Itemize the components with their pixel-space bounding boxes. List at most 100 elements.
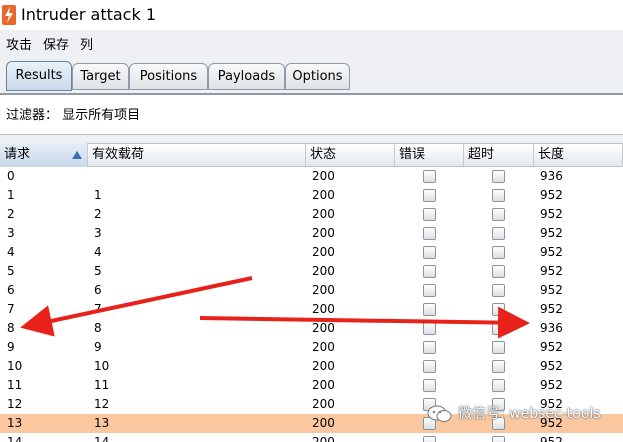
menu-bar (0, 30, 623, 60)
cell-request: 2 (7, 207, 15, 221)
cell-status: 200 (312, 188, 335, 202)
cell-payload: 3 (94, 226, 102, 240)
cell-payload: 7 (94, 302, 102, 316)
cell-payload: 14 (94, 435, 110, 442)
error-checkbox (423, 360, 436, 373)
cell-payload: 4 (94, 245, 102, 259)
title-bar: Intruder attack 1 (0, 0, 623, 30)
menu-save[interactable]: 保存 (43, 38, 69, 54)
results-table-body: 0 200 936 1 1 200 952 2 2 200 952 3 3 200 952 4 4 200 952 5… (0, 167, 623, 442)
table-row[interactable]: 0 200 936 (0, 167, 623, 186)
cell-length: 952 (540, 378, 563, 392)
cell-request: 0 (7, 169, 15, 183)
table-row[interactable]: 14 14 200 952 (0, 433, 623, 442)
cell-length: 936 (540, 169, 563, 183)
cell-payload: 1 (94, 188, 102, 202)
table-row[interactable]: 5 5 200 952 (0, 262, 623, 281)
cell-status: 200 (312, 340, 335, 354)
cell-status: 200 (312, 245, 335, 259)
cell-status: 200 (312, 321, 335, 335)
table-row[interactable]: 8 8 200 936 (0, 319, 623, 338)
cell-length: 952 (540, 283, 563, 297)
cell-status: 200 (312, 397, 335, 411)
menu-attack[interactable]: 攻击 (6, 38, 32, 54)
table-row[interactable]: 7 7 200 952 (0, 300, 623, 319)
error-checkbox (423, 227, 436, 240)
cell-length: 952 (540, 264, 563, 278)
cell-payload: 11 (94, 378, 110, 392)
table-row[interactable]: 3 3 200 952 (0, 224, 623, 243)
error-checkbox (423, 436, 436, 442)
timeout-checkbox (492, 189, 505, 202)
cell-length: 936 (540, 321, 563, 335)
table-row[interactable]: 4 4 200 952 (0, 243, 623, 262)
cell-payload: 13 (94, 416, 110, 430)
cell-status: 200 (312, 416, 335, 430)
cell-length: 952 (540, 340, 563, 354)
timeout-checkbox (492, 341, 505, 354)
column-header-payload[interactable]: 有效载荷 (88, 143, 306, 167)
cell-request: 8 (7, 321, 15, 335)
cell-request: 14 (7, 435, 23, 442)
cell-status: 200 (312, 264, 335, 278)
cell-request: 13 (7, 416, 23, 430)
error-checkbox (423, 189, 436, 202)
timeout-checkbox (492, 303, 505, 316)
timeout-checkbox (492, 379, 505, 392)
cell-status: 200 (312, 207, 335, 221)
table-row[interactable]: 9 9 200 952 (0, 338, 623, 357)
cell-length: 952 (540, 245, 563, 259)
cell-request: 4 (7, 245, 15, 259)
timeout-checkbox (492, 170, 505, 183)
cell-length: 952 (540, 435, 563, 442)
tab-target[interactable]: Target (72, 63, 129, 90)
error-checkbox (423, 341, 436, 354)
column-header-error[interactable]: 错误 (395, 143, 464, 167)
tab-payloads[interactable]: Payloads (208, 63, 285, 90)
burp-lightning-icon (2, 5, 16, 25)
cell-request: 10 (7, 359, 23, 373)
cell-payload: 6 (94, 283, 102, 297)
cell-payload: 9 (94, 340, 102, 354)
filter-label[interactable]: 过滤器： 显示所有项目 (6, 108, 140, 124)
error-checkbox (423, 379, 436, 392)
watermark-text: 微信号: websec-tools (458, 406, 601, 422)
cell-length: 952 (540, 302, 563, 316)
cell-status: 200 (312, 378, 335, 392)
column-header-status[interactable]: 状态 (306, 143, 395, 167)
cell-request: 1 (7, 188, 15, 202)
timeout-checkbox (492, 265, 505, 278)
column-header-length[interactable]: 长度 (534, 143, 623, 167)
window-title: Intruder attack 1 (21, 5, 156, 24)
timeout-checkbox (492, 360, 505, 373)
tab-results[interactable]: Results (6, 61, 72, 91)
column-header-timeout[interactable]: 超时 (464, 143, 534, 167)
timeout-checkbox (492, 322, 505, 335)
table-row[interactable]: 1 1 200 952 (0, 186, 623, 205)
table-row[interactable]: 10 10 200 952 (0, 357, 623, 376)
cell-status: 200 (312, 283, 335, 297)
cell-status: 200 (312, 435, 335, 442)
table-row[interactable]: 11 11 200 952 (0, 376, 623, 395)
menu-columns[interactable]: 列 (80, 38, 93, 54)
timeout-checkbox (492, 208, 505, 221)
cell-request: 7 (7, 302, 15, 316)
table-row[interactable]: 2 2 200 952 (0, 205, 623, 224)
tab-positions[interactable]: Positions (129, 63, 208, 90)
cell-request: 11 (7, 378, 23, 392)
error-checkbox (423, 303, 436, 316)
cell-status: 200 (312, 359, 335, 373)
cell-payload: 8 (94, 321, 102, 335)
cell-request: 5 (7, 264, 15, 278)
table-row[interactable]: 6 6 200 952 (0, 281, 623, 300)
error-checkbox (423, 322, 436, 335)
sort-ascending-icon (72, 151, 82, 159)
timeout-checkbox (492, 227, 505, 240)
cell-request: 9 (7, 340, 15, 354)
cell-payload: 2 (94, 207, 102, 221)
cell-length: 952 (540, 188, 563, 202)
tab-options[interactable]: Options (285, 63, 350, 90)
cell-payload: 12 (94, 397, 110, 411)
cell-status: 200 (312, 226, 335, 240)
error-checkbox (423, 170, 436, 183)
